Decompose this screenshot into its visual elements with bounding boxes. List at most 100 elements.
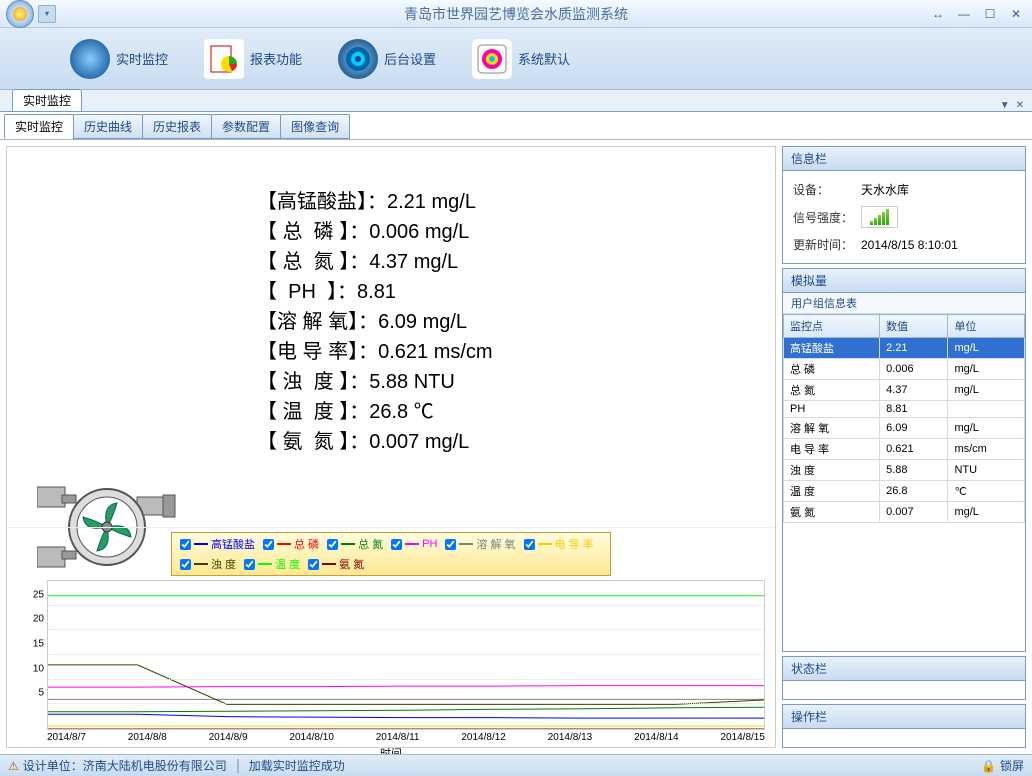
legend-checkbox[interactable]	[308, 559, 319, 570]
chart-x-labels: 2014/8/72014/8/82014/8/92014/8/102014/8/…	[47, 732, 765, 743]
ribbon-toolbar: 实时监控 报表功能 后台设置 系统默认	[0, 28, 1032, 90]
legend-item[interactable]: PH	[391, 536, 437, 552]
tab-close-icon[interactable]: ✕	[1016, 100, 1024, 111]
document-tab[interactable]: 实时监控	[12, 89, 82, 111]
table-row[interactable]: 溶 解 氧6.09mg/L	[784, 418, 1025, 439]
lock-screen-button[interactable]: 锁屏	[1000, 757, 1024, 774]
legend-item[interactable]: 高锰酸盐	[180, 536, 255, 552]
chart-x-title: 时间	[7, 745, 775, 754]
realtime-display: 【高锰酸盐】：2.21 mg/L【 总 磷 】：0.006 mg/L【 总 氮 …	[7, 147, 775, 527]
table-row[interactable]: 氨 氮0.007mg/L	[784, 502, 1025, 523]
table-header[interactable]: 单位	[948, 315, 1025, 338]
chart-plot[interactable]: 510152025	[47, 580, 765, 730]
legend-item[interactable]: 总 磷	[263, 536, 319, 552]
table-header[interactable]: 数值	[880, 315, 948, 338]
globe-icon	[70, 39, 110, 79]
legend-checkbox[interactable]	[244, 559, 255, 570]
table-header[interactable]: 监控点	[784, 315, 880, 338]
legend-item[interactable]: 浊 度	[180, 556, 236, 572]
subtab-2[interactable]: 历史报表	[142, 114, 212, 139]
action-panel: 操作栏	[782, 704, 1026, 748]
metric-row: 【 氨 氮 】：0.007 mg/L	[257, 427, 755, 457]
device-value: 天水水库	[861, 181, 909, 198]
chart-legend: 高锰酸盐总 磷总 氮 PH 溶 解 氧电 导 率浊 度温 度氨 氮	[171, 532, 611, 576]
status-panel: 状态栏	[782, 656, 1026, 700]
legend-item[interactable]: 溶 解 氧	[445, 536, 515, 552]
metric-row: 【 PH 】：8.81	[257, 277, 755, 307]
close-button[interactable]: ✕	[1004, 6, 1028, 22]
signal-label: 信号强度：	[793, 209, 861, 226]
subtab-4[interactable]: 图像查询	[280, 114, 350, 139]
signal-bars-icon	[861, 206, 898, 228]
document-tabstrip: 实时监控 ▼ ✕	[0, 90, 1032, 112]
main-panel: 【高锰酸盐】：2.21 mg/L【 总 磷 】：0.006 mg/L【 总 氮 …	[6, 146, 776, 748]
metric-row: 【溶 解 氧】：6.09 mg/L	[257, 307, 755, 337]
subtab-0[interactable]: 实时监控	[4, 114, 74, 139]
load-message: 加载实时监控成功	[249, 757, 345, 774]
ribbon-label: 实时监控	[116, 49, 168, 68]
info-panel-header: 信息栏	[783, 147, 1025, 171]
lock-icon: 🔒	[981, 759, 996, 773]
table-row[interactable]: 总 磷0.006mg/L	[784, 359, 1025, 380]
status-panel-header: 状态栏	[783, 657, 1025, 681]
chart-area: 高锰酸盐总 磷总 氮 PH 溶 解 氧电 导 率浊 度温 度氨 氮 51015202…	[7, 527, 775, 747]
status-bar: ⚠ 设计单位：济南大陆机电股份有限公司 加载实时监控成功 🔒 锁屏	[0, 754, 1032, 776]
table-row[interactable]: 总 氮4.37mg/L	[784, 380, 1025, 401]
table-row[interactable]: 高锰酸盐2.21mg/L	[784, 338, 1025, 359]
legend-item[interactable]: 电 导 率	[524, 536, 594, 552]
gear-icon	[338, 39, 378, 79]
table-row[interactable]: PH8.81	[784, 401, 1025, 418]
camera-icon	[472, 39, 512, 79]
legend-checkbox[interactable]	[445, 539, 456, 550]
ribbon-label: 后台设置	[384, 49, 436, 68]
metrics-list: 【高锰酸盐】：2.21 mg/L【 总 磷 】：0.006 mg/L【 总 氮 …	[257, 187, 755, 457]
app-orb-icon[interactable]	[6, 0, 34, 28]
ribbon-default[interactable]: 系统默认	[472, 39, 570, 79]
metric-row: 【 浊 度 】：5.88 NTU	[257, 367, 755, 397]
ribbon-backend[interactable]: 后台设置	[338, 39, 436, 79]
ribbon-label: 系统默认	[518, 49, 570, 68]
legend-item[interactable]: 总 氮	[327, 536, 383, 552]
report-icon	[204, 39, 244, 79]
metric-row: 【高锰酸盐】：2.21 mg/L	[257, 187, 755, 217]
analog-subheader: 用户组信息表	[783, 293, 1025, 314]
metric-row: 【 总 磷 】：0.006 mg/L	[257, 217, 755, 247]
info-panel: 信息栏 设备： 天水水库 信号强度： 更新时间： 2014/8/15	[782, 146, 1026, 264]
legend-checkbox[interactable]	[524, 539, 535, 550]
resize-icon[interactable]: ↔	[926, 6, 950, 22]
ribbon-realtime[interactable]: 实时监控	[70, 39, 168, 79]
qat-dropdown[interactable]: ▾	[38, 5, 56, 23]
legend-item[interactable]: 温 度	[244, 556, 300, 572]
tab-dropdown-icon[interactable]: ▼	[1000, 100, 1010, 111]
update-time-value: 2014/8/15 8:10:01	[861, 238, 958, 252]
legend-checkbox[interactable]	[263, 539, 274, 550]
analog-panel-header: 模拟量	[783, 269, 1025, 293]
metric-row: 【电 导 率】：0.621 ms/cm	[257, 337, 755, 367]
table-row[interactable]: 电 导 率0.621ms/cm	[784, 439, 1025, 460]
legend-checkbox[interactable]	[327, 539, 338, 550]
table-row[interactable]: 浊 度5.88NTU	[784, 460, 1025, 481]
legend-checkbox[interactable]	[391, 539, 402, 550]
window-title: 青岛市世界园艺博览会水质监测系统	[0, 4, 1032, 24]
maximize-button[interactable]: ☐	[978, 6, 1002, 22]
legend-checkbox[interactable]	[180, 539, 191, 550]
sub-tabstrip: 实时监控历史曲线历史报表参数配置图像查询	[0, 112, 1032, 140]
ribbon-report[interactable]: 报表功能	[204, 39, 302, 79]
analog-panel: 模拟量 用户组信息表 监控点数值单位高锰酸盐2.21mg/L总 磷0.006mg…	[782, 268, 1026, 652]
design-by-label: 设计单位：济南大陆机电股份有限公司	[23, 757, 227, 774]
subtab-3[interactable]: 参数配置	[211, 114, 281, 139]
title-bar: ▾ 青岛市世界园艺博览会水质监测系统 ↔ — ☐ ✕	[0, 0, 1032, 28]
update-label: 更新时间：	[793, 236, 861, 253]
minimize-button[interactable]: —	[952, 6, 976, 22]
warning-icon: ⚠	[8, 759, 19, 773]
analog-table[interactable]: 监控点数值单位高锰酸盐2.21mg/L总 磷0.006mg/L总 氮4.37mg…	[783, 314, 1025, 523]
action-panel-header: 操作栏	[783, 705, 1025, 729]
legend-checkbox[interactable]	[180, 559, 191, 570]
ribbon-label: 报表功能	[250, 49, 302, 68]
table-row[interactable]: 温 度26.8℃	[784, 481, 1025, 502]
metric-row: 【 总 氮 】：4.37 mg/L	[257, 247, 755, 277]
metric-row: 【 温 度 】：26.8 ℃	[257, 397, 755, 427]
legend-item[interactable]: 氨 氮	[308, 556, 364, 572]
subtab-1[interactable]: 历史曲线	[73, 114, 143, 139]
device-label: 设备：	[793, 181, 861, 198]
